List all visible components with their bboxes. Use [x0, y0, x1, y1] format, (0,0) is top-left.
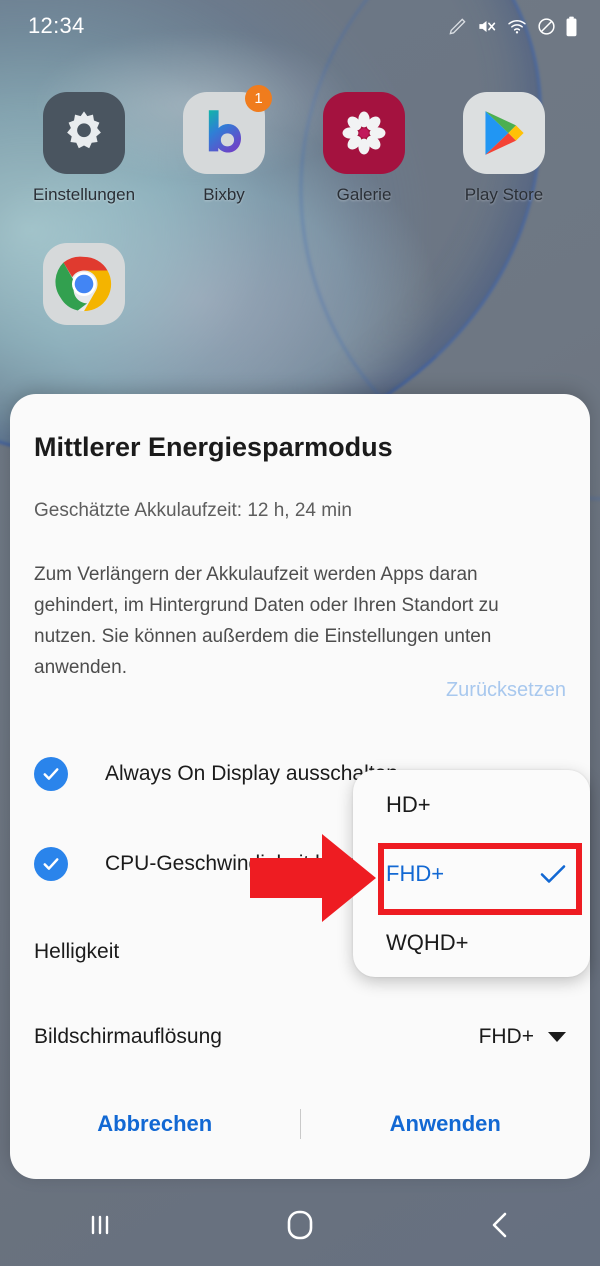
app-einstellungen[interactable]: Einstellungen: [14, 92, 154, 205]
home-app-grid: Einstellungen 1 Bixby Galerie Play Store: [0, 85, 600, 325]
app-icon-wrap: [323, 92, 405, 174]
dropdown-item-label: FHD+: [386, 860, 445, 886]
mute-icon: [476, 17, 497, 36]
setting-value: FHD+: [478, 1025, 534, 1048]
app-galerie[interactable]: Galerie: [294, 92, 434, 205]
annotation-red-arrow-right: [250, 834, 376, 922]
recents-icon: [91, 1215, 109, 1235]
app-label: Play Store: [464, 185, 544, 204]
phone-screen: 12:34 Einstellungen 1 Bixby Galerie Play…: [0, 0, 600, 1266]
reset-button[interactable]: Zurücksetzen: [446, 679, 566, 702]
app-icon-wrap: [43, 243, 125, 325]
dialog-title: Mittlerer Energiesparmodus: [34, 432, 393, 462]
resolution-dropdown-menu: HD+ FHD+ WQHD+: [353, 770, 590, 977]
status-bar-clock: 12:34: [28, 13, 85, 38]
dropdown-item-label: WQHD+: [386, 929, 469, 955]
app-badge-count: 1: [245, 85, 272, 112]
app-bixby[interactable]: 1 Bixby: [154, 85, 294, 205]
navigation-bar: [0, 1184, 600, 1266]
do-not-disturb-icon: [537, 17, 556, 36]
chevron-down-icon[interactable]: [548, 1032, 566, 1042]
app-label: Bixby: [203, 185, 245, 204]
back-button[interactable]: [400, 1211, 600, 1239]
app-play-store[interactable]: Play Store: [434, 92, 574, 205]
back-icon: [492, 1212, 507, 1238]
setting-label: Bildschirmauflösung: [34, 1025, 222, 1048]
dropdown-item-wqhd[interactable]: WQHD+: [353, 908, 590, 977]
dropdown-item-hd[interactable]: HD+: [353, 770, 590, 839]
wifi-icon: [506, 17, 528, 36]
app-icon-wrap: [43, 92, 125, 174]
app-label: Galerie: [336, 185, 392, 204]
app-label: Einstellungen: [32, 185, 136, 204]
dropdown-item-fhd[interactable]: FHD+: [353, 839, 590, 908]
home-icon: [287, 1210, 313, 1240]
dialog-actions: Abbrechen Anwenden: [10, 1094, 590, 1154]
app-row-2: [0, 243, 600, 325]
pencil-icon: [448, 17, 467, 36]
status-bar: 12:34: [0, 0, 600, 52]
app-row-1: Einstellungen 1 Bixby Galerie Play Store: [0, 85, 600, 205]
dialog-subtitle: Geschätzte Akkulaufzeit: 12 h, 24 min: [34, 500, 352, 521]
dropdown-item-label: HD+: [386, 791, 431, 817]
checkbox-checked-icon[interactable]: [34, 847, 68, 881]
checkbox-checked-icon[interactable]: [34, 757, 68, 791]
setting-label: Helligkeit: [34, 940, 120, 963]
battery-icon: [565, 16, 578, 37]
setting-row-screen-resolution[interactable]: Bildschirmauflösung FHD+: [34, 1017, 566, 1057]
check-icon: [538, 862, 568, 886]
app-icon-wrap: [463, 92, 545, 174]
cancel-button[interactable]: Abbrechen: [10, 1111, 300, 1137]
dialog-body-text: Zum Verlängern der Akkulaufzeit werden A…: [34, 564, 499, 678]
app-icon-wrap: 1: [183, 85, 272, 174]
home-button[interactable]: [200, 1209, 400, 1241]
app-chrome[interactable]: [14, 243, 154, 325]
play-store-icon: [463, 92, 545, 174]
chrome-icon: [43, 243, 125, 325]
gallery-flower-icon: [323, 92, 405, 174]
setting-value-wrap[interactable]: FHD+: [479, 1025, 566, 1049]
apply-button[interactable]: Anwenden: [301, 1111, 591, 1137]
recents-button[interactable]: [0, 1211, 200, 1239]
status-bar-icons: [448, 16, 578, 37]
settings-gear-icon: [43, 92, 125, 174]
